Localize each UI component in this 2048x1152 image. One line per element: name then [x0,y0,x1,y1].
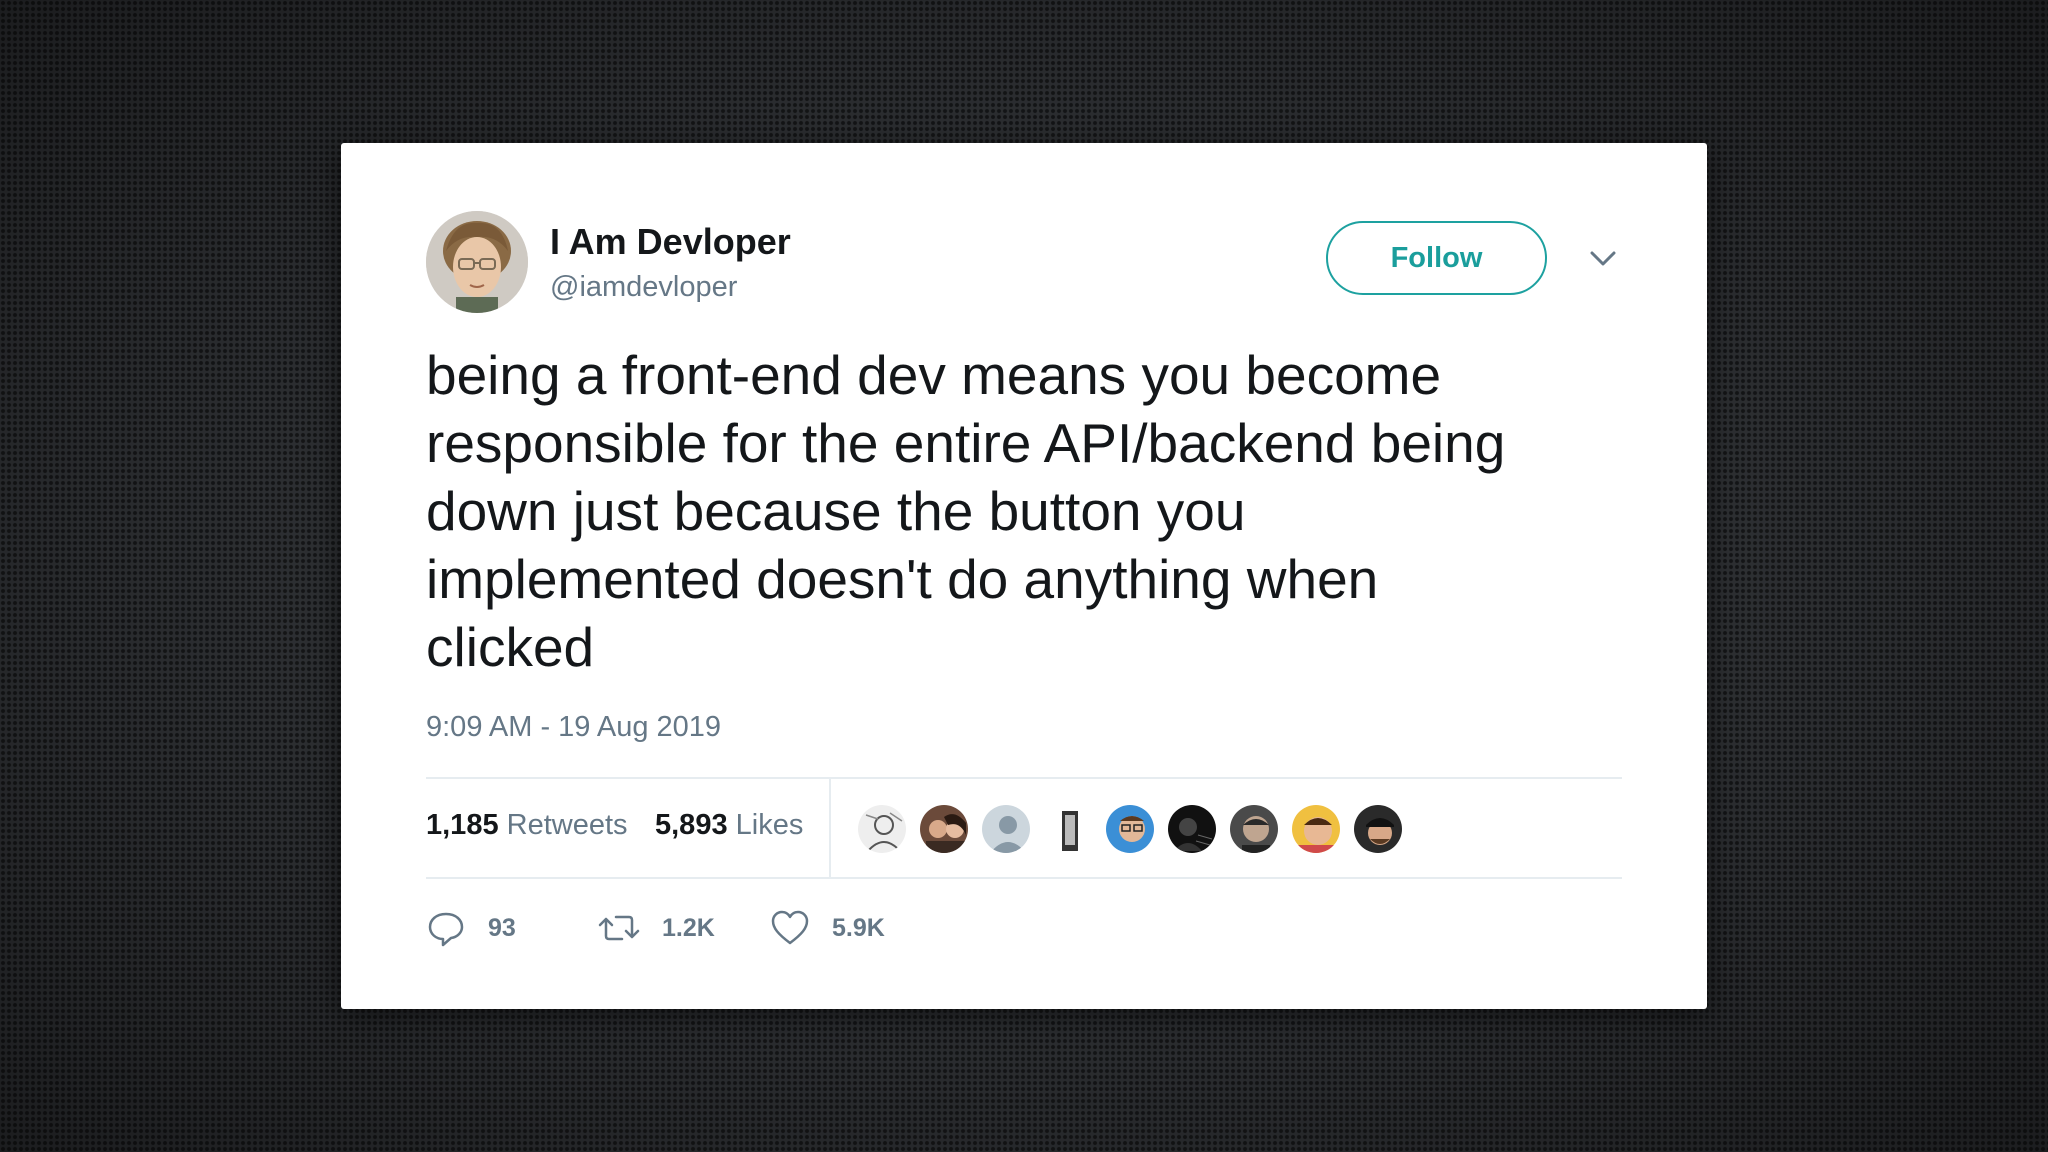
author-handle[interactable]: @iamdevloper [550,271,737,304]
tweet-text-line: being a front-end dev means you become [426,344,1442,406]
retweets-count: 1,185 [426,809,499,841]
liker-avatar[interactable] [856,803,908,855]
tweet-text-line: responsible for the entire API/backend b… [426,412,1506,474]
follow-button[interactable]: Follow [1326,221,1547,295]
likes-stat[interactable]: 5,893 Likes [655,809,803,842]
retweet-icon [598,908,640,948]
tweet-card: I Am Devloper @iamdevloper Follow being … [341,143,1707,1009]
heart-icon [770,908,810,948]
divider [426,877,1622,879]
tweet-timestamp[interactable]: 9:09 AM - 19 Aug 2019 [426,711,721,744]
tweet-text-line: clicked [426,616,595,678]
slide-background: I Am Devloper @iamdevloper Follow being … [0,0,2048,1152]
likes-label: Likes [735,809,804,841]
reply-count: 93 [488,913,516,942]
liker-avatar[interactable] [980,803,1032,855]
retweets-label: Retweets [506,809,628,841]
liker-avatar[interactable] [1290,803,1342,855]
liker-avatar[interactable] [1352,803,1404,855]
author-name[interactable]: I Am Devloper [550,221,791,263]
reply-icon [426,908,466,948]
tweet-text-line: implemented doesn't do anything when [426,548,1379,610]
liker-avatar[interactable] [1104,803,1156,855]
liker-avatar[interactable] [1166,803,1218,855]
like-count: 5.9K [832,913,885,942]
likes-count: 5,893 [655,809,728,841]
liker-avatar[interactable] [1228,803,1280,855]
like-button[interactable]: 5.9K [770,903,885,953]
tweet-text: being a front-end dev means you become r… [426,341,1646,681]
chevron-down-icon[interactable] [1586,241,1620,275]
author-avatar[interactable] [426,211,528,313]
retweet-button[interactable]: 1.2K [598,903,715,953]
retweets-stat[interactable]: 1,185 Retweets [426,809,628,842]
reply-button[interactable]: 93 [426,903,516,953]
tweet-text-line: down just because the button you [426,480,1246,542]
liker-avatar[interactable] [918,803,970,855]
liker-avatar[interactable] [1042,803,1094,855]
tweet-stats: 1,185 Retweets 5,893 Likes [426,777,1622,877]
retweet-count: 1.2K [662,913,715,942]
stats-separator [829,777,831,877]
tweet-header: I Am Devloper @iamdevloper Follow [426,211,1622,315]
